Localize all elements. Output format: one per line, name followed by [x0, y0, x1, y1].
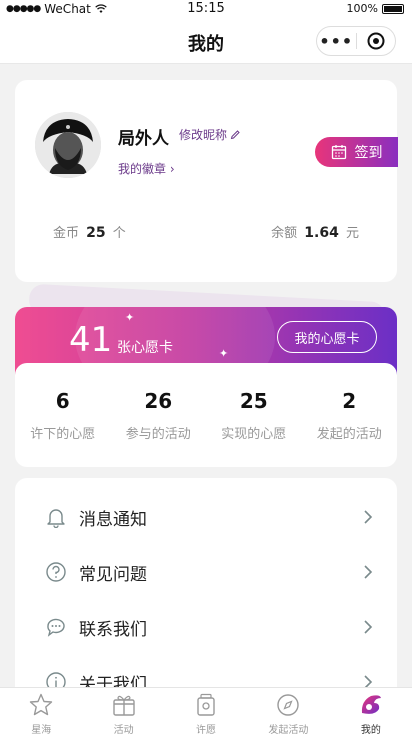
my-badges-label: 我的徽章: [118, 162, 167, 176]
stat-activities-started[interactable]: 2 发起的活动: [302, 363, 398, 467]
tab-label: 许愿: [196, 725, 217, 736]
question-icon: [46, 562, 66, 582]
tab-activities[interactable]: 活动: [82, 688, 164, 738]
chevron-right-icon: [364, 620, 373, 634]
chevron-right-icon: [364, 510, 373, 524]
sparkle-icon: ✦: [125, 311, 135, 324]
chat-icon: [47, 618, 65, 637]
mini-program-capsule: •••: [316, 26, 396, 56]
chevron-right-icon: [364, 565, 373, 579]
tab-start-activity[interactable]: 发起活动: [247, 688, 329, 738]
my-badges-link[interactable]: 我的徽章 ›: [118, 160, 175, 177]
balance-label: 余额: [271, 226, 298, 241]
balance-info: 余额 1.64 元: [271, 222, 359, 241]
battery-percent: 100%: [346, 2, 378, 15]
balance-value: 1.64: [304, 225, 339, 241]
avatar[interactable]: [35, 112, 101, 178]
stat-label: 许下的心愿: [30, 427, 96, 442]
stat-label: 实现的心愿: [221, 427, 287, 442]
calendar-icon: [331, 145, 346, 160]
signin-button[interactable]: 签到: [315, 137, 398, 167]
stat-value: 2: [342, 389, 357, 413]
nickname: 局外人: [118, 129, 169, 149]
compass-icon: [277, 694, 300, 716]
menu-card: 消息通知 常见问题 联系我们 关于我们: [15, 478, 397, 708]
tab-label: 活动: [113, 725, 134, 736]
balance-unit: 元: [345, 226, 359, 241]
menu-item-label: 常见问题: [79, 565, 147, 585]
stat-value: 6: [55, 389, 70, 413]
coins-unit: 个: [112, 226, 126, 241]
battery-group: 100%: [347, 2, 404, 15]
tab-starsea[interactable]: 星海: [0, 688, 82, 738]
menu-item-label: 联系我们: [79, 620, 147, 640]
signin-label: 签到: [354, 145, 383, 161]
wish-card-count: 41: [69, 320, 113, 360]
edit-nickname-link[interactable]: 修改昵称: [179, 126, 241, 143]
stat-activities-joined[interactable]: 26 参与的活动: [111, 363, 207, 467]
menu-item-notifications[interactable]: 消息通知: [15, 490, 397, 545]
stat-wishes-made[interactable]: 6 许下的心愿: [15, 363, 111, 467]
star-icon: [30, 693, 53, 716]
menu-item-label: 消息通知: [79, 510, 147, 530]
wish-card: ✦ ✦ 41 张心愿卡 我的心愿卡 6 许下的心愿 26 参与的活动 25 实现…: [15, 283, 397, 467]
tab-bar: 星海 活动 许愿 发起活动 我的: [0, 687, 412, 738]
stat-label: 发起的活动: [316, 427, 382, 442]
bell-icon: [47, 509, 65, 528]
coins-label: 金币: [53, 226, 80, 241]
edit-nickname-label: 修改昵称: [179, 128, 228, 142]
tab-make-wish[interactable]: 许愿: [165, 688, 247, 738]
menu-item-contact[interactable]: 联系我们: [15, 600, 397, 655]
wish-jar-icon: [197, 693, 215, 716]
pencil-icon: [230, 130, 240, 140]
sparkle-icon: ✦: [219, 347, 229, 360]
profile-flame-icon: [361, 695, 381, 714]
battery-icon: [382, 3, 404, 14]
stat-wishes-fulfilled[interactable]: 25 实现的心愿: [206, 363, 302, 467]
profile-card: 局外人 修改昵称 我的徽章 › 签到 金币 25 个 余额 1.64 元: [15, 80, 398, 282]
wish-stats: 6 许下的心愿 26 参与的活动 25 实现的心愿 2 发起的活动: [15, 363, 397, 467]
my-wish-cards-button[interactable]: 我的心愿卡: [277, 321, 377, 353]
tab-label: 星海: [31, 725, 52, 736]
nav-bar: 我的 •••: [0, 18, 412, 64]
target-icon[interactable]: [357, 32, 396, 50]
more-dots-icon[interactable]: •••: [317, 32, 356, 51]
tab-label: 我的: [360, 725, 381, 736]
gift-icon: [112, 695, 135, 716]
status-bar: ●●●●● WeChat 15:15 100%: [0, 0, 412, 18]
wish-card-unit: 张心愿卡: [117, 340, 173, 356]
tab-label: 发起活动: [268, 725, 309, 736]
menu-item-faq[interactable]: 常见问题: [15, 545, 397, 600]
stat-value: 25: [239, 389, 268, 413]
coins-info: 金币 25 个: [53, 222, 126, 241]
stat-label: 参与的活动: [125, 427, 191, 442]
chevron-right-icon: ›: [169, 162, 175, 176]
coins-value: 25: [86, 225, 106, 241]
stat-value: 26: [144, 389, 173, 413]
tab-mine[interactable]: 我的: [330, 688, 412, 738]
